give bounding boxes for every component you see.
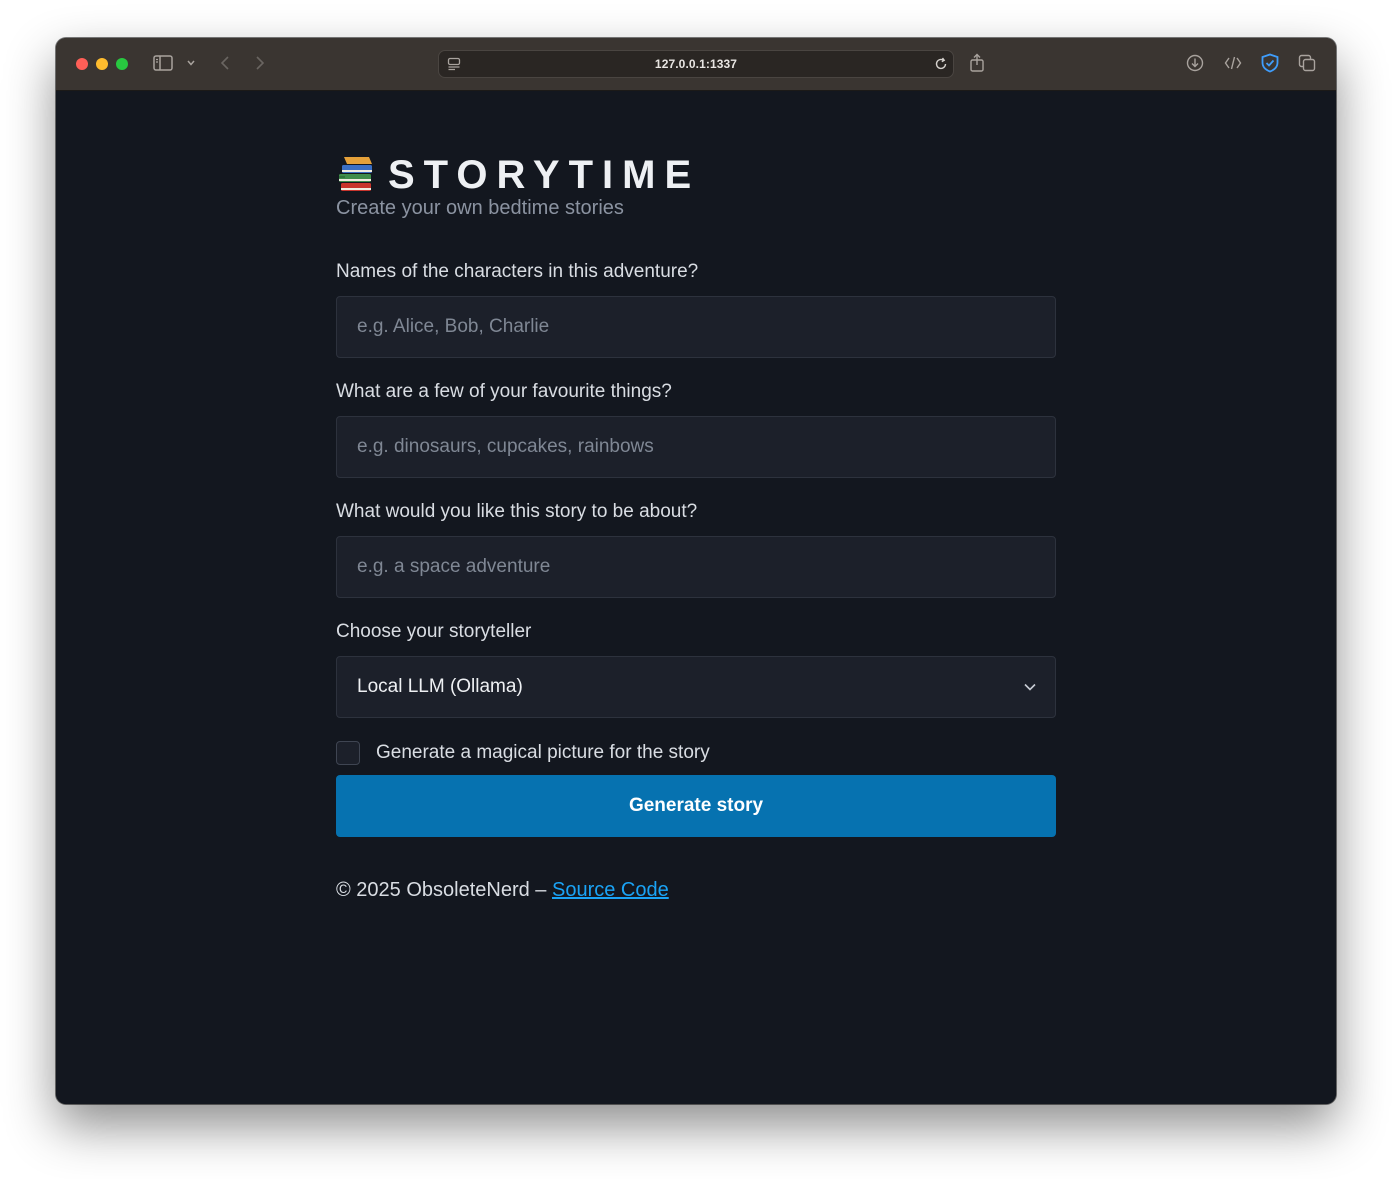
url-text[interactable]: 127.0.0.1:1337 bbox=[439, 57, 953, 71]
close-window-button[interactable] bbox=[76, 58, 88, 70]
footer-copyright: © 2025 ObsoleteNerd – bbox=[336, 879, 552, 901]
password-manager-shield-icon[interactable] bbox=[1260, 53, 1280, 73]
topic-label: What would you like this story to be abo… bbox=[336, 501, 698, 522]
browser-toolbar: 127.0.0.1:1337 bbox=[56, 38, 1336, 91]
app-subtitle: Create your own bedtime stories bbox=[336, 197, 624, 219]
picture-checkbox-label[interactable]: Generate a magical picture for the story bbox=[376, 742, 710, 764]
chevron-down-icon[interactable] bbox=[187, 60, 195, 66]
characters-input[interactable] bbox=[336, 296, 1056, 358]
address-bar[interactable]: 127.0.0.1:1337 bbox=[438, 50, 954, 78]
developer-tools-icon[interactable] bbox=[1224, 55, 1242, 71]
generate-story-button[interactable]: Generate story bbox=[336, 775, 1056, 837]
forward-arrow-icon[interactable] bbox=[255, 55, 265, 71]
source-code-link[interactable]: Source Code bbox=[552, 879, 669, 901]
share-icon[interactable] bbox=[969, 53, 985, 73]
topic-input[interactable] bbox=[336, 536, 1056, 598]
app-title: STORYTIME bbox=[388, 153, 701, 197]
picture-checkbox[interactable] bbox=[336, 741, 360, 765]
tab-overview-icon[interactable] bbox=[1298, 54, 1316, 72]
storyteller-selected-value: Local LLM (Ollama) bbox=[357, 676, 523, 697]
books-icon bbox=[336, 155, 376, 195]
footer: © 2025 ObsoleteNerd – Source Code bbox=[336, 879, 669, 902]
favourites-label: What are a few of your favourite things? bbox=[336, 381, 672, 402]
storyteller-label: Choose your storyteller bbox=[336, 621, 532, 642]
favourites-input[interactable] bbox=[336, 416, 1056, 478]
reload-icon[interactable] bbox=[934, 57, 948, 71]
minimize-window-button[interactable] bbox=[96, 58, 108, 70]
zoom-window-button[interactable] bbox=[116, 58, 128, 70]
back-arrow-icon[interactable] bbox=[220, 55, 230, 71]
storyteller-select[interactable]: Local LLM (Ollama) bbox=[336, 656, 1056, 718]
browser-window: 127.0.0.1:1337 STORYTIME Create your own… bbox=[56, 38, 1336, 1104]
page-content: STORYTIME Create your own bedtime storie… bbox=[56, 91, 1336, 1104]
page-header: STORYTIME bbox=[336, 153, 700, 197]
characters-label: Names of the characters in this adventur… bbox=[336, 261, 699, 282]
chevron-down-icon bbox=[1023, 680, 1037, 699]
downloads-icon[interactable] bbox=[1186, 54, 1204, 72]
sidebar-toggle-icon[interactable] bbox=[153, 55, 173, 71]
